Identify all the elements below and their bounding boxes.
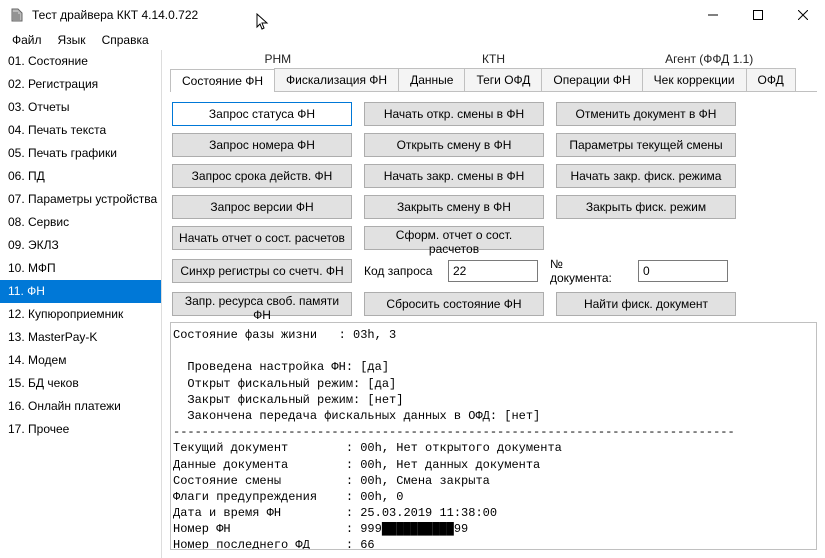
begin-close-shift-button[interactable]: Начать закр. смены в ФН <box>364 164 544 188</box>
tab-5[interactable]: Чек коррекции <box>642 68 747 91</box>
begin-close-fiscal-button[interactable]: Начать закр. фиск. режима <box>556 164 736 188</box>
sidebar-item-15[interactable]: 16. Онлайн платежи <box>0 395 161 418</box>
request-version-button[interactable]: Запрос версии ФН <box>172 195 352 219</box>
maximize-button[interactable] <box>735 0 780 30</box>
minimize-button[interactable] <box>690 0 735 30</box>
close-button[interactable] <box>780 0 825 30</box>
window-title: Тест драйвера ККТ 4.14.0.722 <box>32 8 690 22</box>
sidebar-item-10[interactable]: 11. ФН <box>0 280 161 303</box>
open-shift-button[interactable]: Открыть смену в ФН <box>364 133 544 157</box>
begin-open-shift-button[interactable]: Начать откр. смены в ФН <box>364 102 544 126</box>
tab-group-labels: РНМ КТН Агент (ФФД 1.1) <box>170 52 817 68</box>
sidebar-item-5[interactable]: 06. ПД <box>0 165 161 188</box>
tab-6[interactable]: ОФД <box>746 68 796 91</box>
doc-input[interactable] <box>638 260 728 282</box>
sync-registers-button[interactable]: Синхр регистры со счетч. ФН <box>172 259 352 283</box>
menubar: Файл Язык Справка <box>0 30 825 50</box>
reset-state-button[interactable]: Сбросить состояние ФН <box>364 292 544 316</box>
sidebar-item-9[interactable]: 10. МФП <box>0 257 161 280</box>
titlebar: Тест драйвера ККТ 4.14.0.722 <box>0 0 825 30</box>
tab-0[interactable]: Состояние ФН <box>170 69 275 92</box>
close-fiscal-button[interactable]: Закрыть фиск. режим <box>556 195 736 219</box>
sidebar-item-4[interactable]: 05. Печать графики <box>0 142 161 165</box>
tab-1[interactable]: Фискализация ФН <box>274 68 399 91</box>
find-fiscal-doc-button[interactable]: Найти фиск. документ <box>556 292 736 316</box>
close-shift-button[interactable]: Закрыть смену в ФН <box>364 195 544 219</box>
request-free-mem-button[interactable]: Запр. ресурса своб. памяти ФН <box>172 292 352 316</box>
current-shift-params-button[interactable]: Параметры текущей смены <box>556 133 736 157</box>
request-status-button[interactable]: Запрос статуса ФН <box>172 102 352 126</box>
tab-2[interactable]: Данные <box>398 68 465 91</box>
cancel-doc-button[interactable]: Отменить документ в ФН <box>556 102 736 126</box>
menu-file[interactable]: Файл <box>4 31 50 49</box>
tab-group-rnm: РНМ <box>170 52 386 68</box>
tab-3[interactable]: Теги ОФД <box>464 68 542 91</box>
request-number-button[interactable]: Запрос номера ФН <box>172 133 352 157</box>
sidebar: 01. Состояние02. Регистрация03. Отчеты04… <box>0 50 162 558</box>
tab-group-ktn: КТН <box>386 52 602 68</box>
doc-label: № документа: <box>550 257 626 285</box>
tabs: Состояние ФНФискализация ФНДанныеТеги ОФ… <box>170 68 817 92</box>
request-validity-button[interactable]: Запрос срока действ. ФН <box>172 164 352 188</box>
sidebar-item-6[interactable]: 07. Параметры устройства <box>0 188 161 211</box>
sidebar-item-13[interactable]: 14. Модем <box>0 349 161 372</box>
output-textarea[interactable]: Состояние фазы жизни : 03h, 3 Проведена … <box>170 322 817 550</box>
sidebar-item-1[interactable]: 02. Регистрация <box>0 73 161 96</box>
sidebar-item-14[interactable]: 15. БД чеков <box>0 372 161 395</box>
begin-calc-report-button[interactable]: Начать отчет о сост. расчетов <box>172 226 352 250</box>
sidebar-item-7[interactable]: 08. Сервис <box>0 211 161 234</box>
main-pane: РНМ КТН Агент (ФФД 1.1) Состояние ФНФиск… <box>162 50 825 558</box>
code-label: Код запроса <box>364 264 436 278</box>
tab-4[interactable]: Операции ФН <box>541 68 642 91</box>
sidebar-item-2[interactable]: 03. Отчеты <box>0 96 161 119</box>
menu-language[interactable]: Язык <box>50 31 94 49</box>
sidebar-item-0[interactable]: 01. Состояние <box>0 50 161 73</box>
tab-group-agent: Агент (ФФД 1.1) <box>601 52 817 68</box>
window-controls <box>690 0 825 30</box>
button-grid: Запрос статуса ФН Начать откр. смены в Ф… <box>170 92 817 322</box>
sidebar-item-12[interactable]: 13. MasterPay-K <box>0 326 161 349</box>
sidebar-item-3[interactable]: 04. Печать текста <box>0 119 161 142</box>
sidebar-item-8[interactable]: 09. ЭКЛЗ <box>0 234 161 257</box>
sidebar-item-16[interactable]: 17. Прочее <box>0 418 161 441</box>
menu-help[interactable]: Справка <box>94 31 157 49</box>
sidebar-item-11[interactable]: 12. Купюроприемник <box>0 303 161 326</box>
app-icon <box>9 7 25 23</box>
form-calc-report-button[interactable]: Сформ. отчет о сост. расчетов <box>364 226 544 250</box>
code-input[interactable] <box>448 260 538 282</box>
